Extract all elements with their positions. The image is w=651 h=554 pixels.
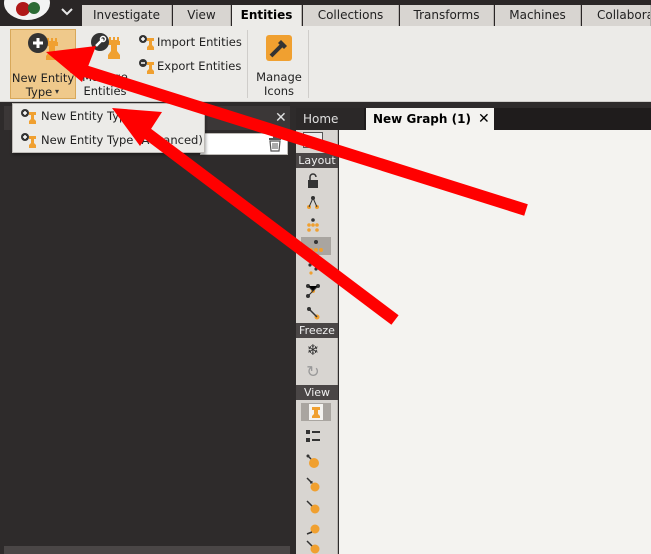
menu-item-new-entity-type-advanced[interactable]: New Entity Type (Advanced)	[13, 129, 204, 151]
manage-entities-label-1: Manage	[82, 70, 128, 84]
graph-canvas[interactable]	[339, 130, 651, 554]
organic-layout-icon[interactable]	[303, 260, 323, 278]
interactive-layout-icon[interactable]	[303, 282, 323, 300]
new-entity-small-icon	[20, 132, 38, 155]
manage-icons-label-2: Icons	[263, 84, 295, 98]
close-icon[interactable]: ✕	[275, 110, 287, 126]
import-entities-label: Import Entities	[157, 35, 242, 49]
node-size-icon[interactable]	[303, 452, 323, 470]
chevron-down-icon[interactable]	[60, 6, 74, 18]
ribbon-toolbar: New Entity Type ▾ Manage Entities Import	[0, 26, 651, 102]
export-icon	[138, 58, 156, 77]
entity-view-icon[interactable]	[301, 403, 331, 421]
menu-item-new-entity-type[interactable]: New Entity Type	[13, 105, 204, 127]
app-logo[interactable]	[4, 0, 50, 20]
list-view-icon[interactable]	[303, 427, 323, 445]
tab-new-graph[interactable]: New Graph (1)	[366, 108, 494, 130]
close-icon[interactable]: ✕	[478, 108, 490, 130]
new-entity-type-dropdown: New Entity Type New Entity Type (Advance…	[12, 103, 205, 153]
lock-icon[interactable]	[303, 172, 323, 190]
tab-view[interactable]: View	[173, 5, 231, 26]
snowflake-icon[interactable]: ❄	[303, 341, 323, 359]
menu-item-label: New Entity Type	[41, 109, 134, 123]
node-outgoing-icon[interactable]	[303, 519, 323, 537]
new-entity-icon	[26, 32, 60, 65]
paint-brush-icon	[263, 32, 295, 67]
layout-frame-icon[interactable]	[303, 132, 323, 148]
tab-home[interactable]: Home	[296, 108, 364, 130]
import-icon	[138, 34, 156, 53]
import-entities-button[interactable]: Import Entities	[136, 33, 244, 51]
manage-entities-label-2: Entities	[83, 84, 127, 98]
new-entity-type-button[interactable]: New Entity Type ▾	[10, 29, 76, 99]
left-panel-scrollbar[interactable]	[4, 546, 290, 554]
freeze-section-label: Freeze	[296, 323, 338, 338]
export-entities-label: Export Entities	[157, 59, 242, 73]
refresh-icon[interactable]: ↻	[303, 363, 323, 381]
dropdown-arrow-icon: ▾	[55, 87, 60, 96]
new-entity-type-label-1: New Entity	[11, 71, 75, 85]
block-layout-icon[interactable]	[303, 216, 323, 234]
tab-machines[interactable]: Machines	[495, 5, 581, 26]
centrality-layout-icon[interactable]	[301, 237, 331, 255]
ribbon-separator	[247, 30, 248, 98]
left-panel	[4, 106, 290, 554]
wrench-entity-icon	[88, 31, 122, 64]
menu-item-label: New Entity Type (Advanced)	[41, 133, 203, 147]
view-section-label: View	[296, 385, 338, 400]
layout-section-label: Layout	[296, 153, 338, 168]
tab-entities[interactable]: Entities	[232, 5, 302, 26]
tab-investigate[interactable]: Investigate	[82, 5, 172, 26]
trash-icon[interactable]	[268, 136, 282, 152]
manage-icons-label-1: Manage	[256, 70, 302, 84]
node-incoming-icon[interactable]	[303, 497, 323, 515]
tab-transforms[interactable]: Transforms	[400, 5, 494, 26]
new-entity-small-icon	[20, 108, 38, 131]
node-link-icon[interactable]	[303, 475, 323, 493]
menu-bar: Investigate View Entities Collections Tr…	[0, 0, 651, 26]
manage-entities-button[interactable]: Manage Entities	[78, 29, 132, 99]
circular-layout-icon[interactable]	[303, 304, 323, 322]
tab-collections[interactable]: Collections	[303, 5, 399, 26]
node-bottom-icon[interactable]	[303, 538, 323, 554]
hierarchical-layout-icon[interactable]	[303, 194, 323, 212]
export-entities-button[interactable]: Export Entities	[136, 57, 244, 75]
tab-collaboration[interactable]: Collabora	[582, 5, 651, 26]
ribbon-separator	[308, 30, 309, 98]
manage-icons-button[interactable]: Manage Icons	[252, 29, 306, 99]
